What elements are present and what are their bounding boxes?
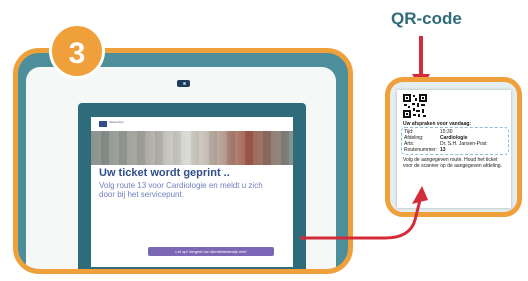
building-photo — [91, 131, 293, 165]
detail-row-route: Routenummer: 13 — [404, 148, 446, 153]
screen-title: Uw ticket wordt geprint .. — [99, 167, 230, 179]
screen-header: Ziekenhuis — [91, 117, 293, 131]
detail-value: 13 — [440, 147, 446, 153]
appointment-details: Tijd: 15:30 Afdeling: Cardiologie Arts: Dr.… — [401, 127, 509, 155]
hospital-logo-text: Ziekenhuis — [109, 120, 124, 124]
qr-code-icon — [403, 94, 427, 118]
kiosk-screen: Ziekenhuis Uw ticket wordt geprint .. Vo… — [91, 117, 293, 267]
camera-icon — [177, 80, 190, 87]
curved-arrow-icon — [300, 186, 428, 240]
detail-label: Routenummer: — [404, 147, 438, 153]
hospital-logo-icon — [99, 121, 107, 127]
qr-code-label: QR-code — [391, 9, 462, 28]
step-badge: 3 — [49, 23, 105, 79]
screen-bezel: Ziekenhuis Uw ticket wordt geprint .. Vo… — [78, 103, 306, 269]
route-instructions: Volg de aangegeven route. Houd het ticke… — [403, 157, 502, 169]
detail-value: Dr. S.H. Jansen-Post — [440, 141, 487, 147]
reminder-button[interactable]: Let op! Vergeet uw identiteitsbewijs nie… — [148, 247, 274, 256]
screen-subtitle: Volg route 13 voor Cardiologie en meldt … — [99, 181, 263, 199]
